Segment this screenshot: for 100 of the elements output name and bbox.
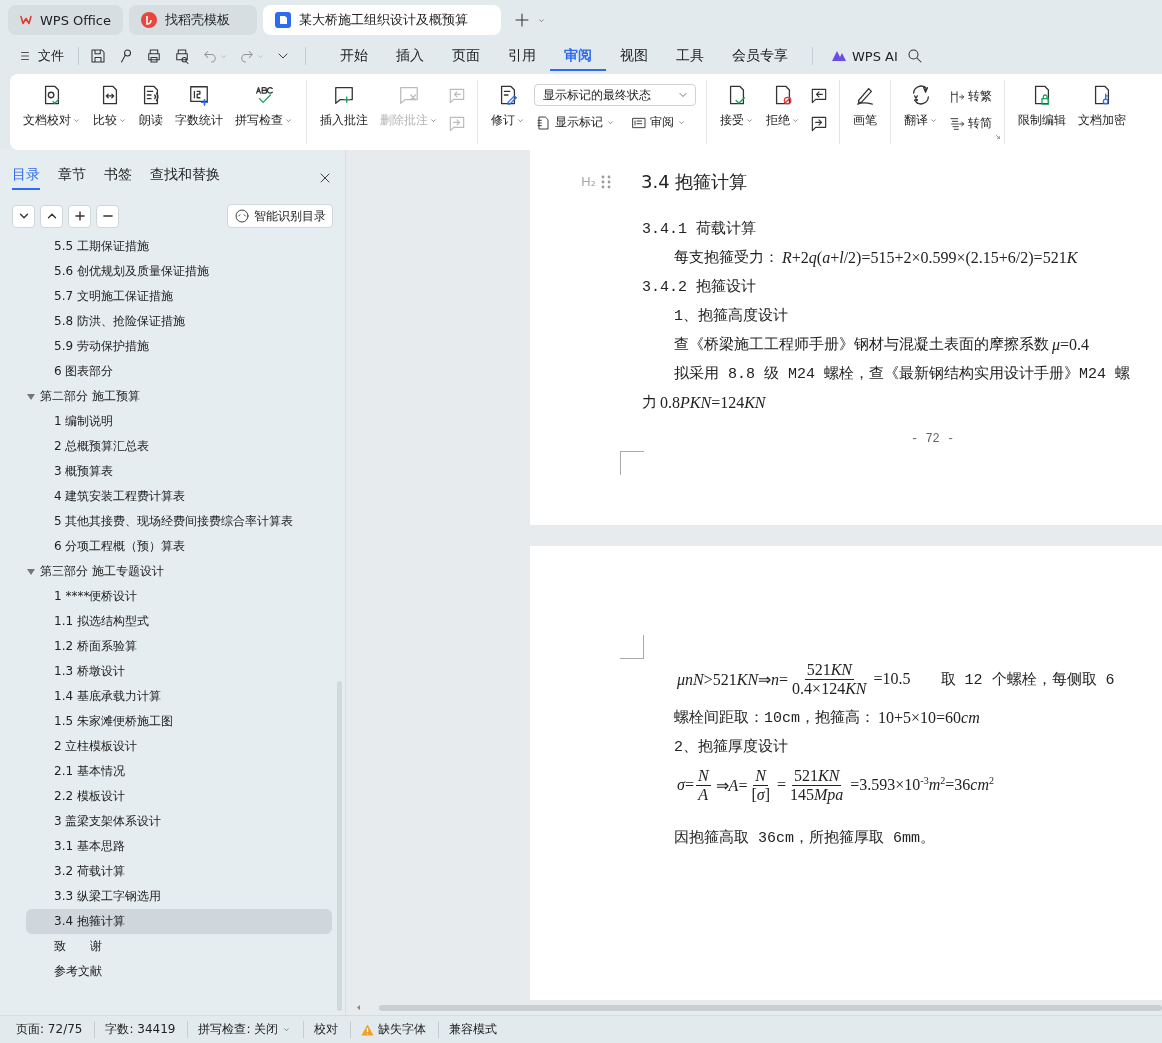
toc-item[interactable]: 致 谢	[26, 934, 332, 959]
remove-button[interactable]	[96, 204, 119, 228]
toc-item[interactable]: 参考文献	[26, 959, 332, 984]
sidebar-tab[interactable]: 目录	[12, 166, 40, 190]
toc-item[interactable]: 3 盖梁支架体系设计	[26, 809, 332, 834]
previous-comment-button[interactable]	[809, 86, 829, 106]
toc-item[interactable]: 4 建筑安装工程费计算表	[26, 484, 332, 509]
menu-tab[interactable]: 审阅	[550, 41, 606, 71]
caret-icon	[929, 116, 938, 125]
caret-icon	[791, 116, 800, 125]
body-text: 取 12 个螺栓，每侧取 6	[940, 670, 1115, 689]
toc-item[interactable]: 6 图表部分	[26, 359, 332, 384]
drag-handle-icon[interactable]	[601, 174, 611, 189]
title-tab[interactable]: WPS Office	[8, 5, 123, 35]
sidebar-tab[interactable]: 查找和替换	[150, 166, 220, 190]
crop-mark	[620, 451, 644, 475]
toc-item[interactable]: 1.5 朱家滩便桥施工图	[26, 709, 332, 734]
menu-tab[interactable]: 插入	[382, 41, 438, 71]
toc-item[interactable]: 5 其他其接费、现场经费间接费综合率计算表	[26, 509, 332, 534]
toc-item[interactable]: 5.8 防洪、抢险保证措施	[26, 309, 332, 334]
expander-icon	[26, 566, 36, 577]
formula-fraction: 521KN 0.4×124KN	[791, 660, 868, 698]
toc-item[interactable]: 1 ****便桥设计	[26, 584, 332, 609]
sidebar-tab[interactable]: 章节	[58, 166, 86, 190]
status-dropdown[interactable]: 拼写检查: 关闭	[187, 1021, 294, 1038]
ribbon-button[interactable]: 画笔	[850, 80, 880, 133]
smart-toc-button[interactable]: 智能识别目录	[227, 204, 333, 228]
toc-item[interactable]: 1.2 桥面系验算	[26, 634, 332, 659]
markup-icon	[536, 114, 552, 131]
menu-tab[interactable]: 视图	[606, 41, 662, 71]
ribbon-button[interactable]: 限制编辑	[1015, 80, 1069, 133]
status-text: 页面: 72/75	[15, 1021, 84, 1038]
toc-item[interactable]: 2 立柱模板设计	[26, 734, 332, 759]
menu-tab[interactable]: 开始	[326, 41, 382, 71]
menu-tab[interactable]: 工具	[662, 41, 718, 71]
title-tab[interactable]: 找稻壳模板	[129, 5, 257, 35]
toc-item[interactable]: 3 概预算表	[26, 459, 332, 484]
ribbon-button[interactable]: 文档校对	[20, 80, 84, 133]
ribbon-button[interactable]: 接受	[717, 80, 757, 133]
menu-tab[interactable]: 会员专享	[718, 41, 802, 71]
formula-fraction: N A	[695, 766, 711, 804]
toc-item[interactable]: 5.6 创优规划及质量保证措施	[26, 259, 332, 284]
caret-icon	[118, 116, 127, 125]
status-item[interactable]: 缺失字体	[350, 1021, 429, 1038]
toc-item[interactable]: 5.5 工期保证措施	[26, 234, 332, 259]
body-text: 3.4.2 抱箍设计	[642, 277, 756, 296]
formula: =10.5	[873, 670, 911, 688]
ribbon-button[interactable]: 审阅	[629, 112, 688, 133]
scrollbar-thumb[interactable]	[379, 1004, 1162, 1011]
next-comment-button[interactable]	[809, 114, 829, 134]
ai-button[interactable]: WPS AI	[823, 44, 906, 68]
ribbon-button[interactable]: 翻译	[901, 80, 941, 133]
ribbon-button[interactable]: 转繁	[947, 86, 994, 107]
title-tab[interactable]: 某大桥施工组织设计及概预算	[263, 5, 501, 35]
toc-item[interactable]: 5.9 劳动保护措施	[26, 334, 332, 359]
toc-item[interactable]: 3.3 纵梁工字钢选用	[26, 884, 332, 909]
comment-previous-icon	[809, 86, 829, 106]
ribbon-button[interactable]: 比较	[90, 80, 130, 133]
heading: 3.4 抱箍计算	[641, 169, 748, 194]
markup-select[interactable]: 显示标记的最终状态	[534, 84, 696, 106]
ribbon-button[interactable]: 拼写检查	[232, 80, 296, 133]
ribbon-button[interactable]: 字数统计	[172, 80, 226, 133]
collapse-button[interactable]	[12, 204, 35, 228]
add-button[interactable]	[68, 204, 91, 228]
toc-item[interactable]: 3.2 荷载计算	[26, 859, 332, 884]
ribbon-button[interactable]: 插入批注	[317, 80, 371, 133]
menu-tab[interactable]: 引用	[494, 41, 550, 71]
ribbon-button[interactable]: 显示标记	[534, 112, 617, 133]
ribbon-button[interactable]: 修订	[488, 80, 528, 133]
toc-item[interactable]: 2.2 模板设计	[26, 784, 332, 809]
menu-tab[interactable]: 页面	[438, 41, 494, 71]
spell-check-icon	[253, 84, 275, 106]
sidebar-tab[interactable]: 书签	[104, 166, 132, 190]
toc-item[interactable]: 1.1 拟选结构型式	[26, 609, 332, 634]
toc-item[interactable]: 1 编制说明	[26, 409, 332, 434]
expand-button[interactable]	[40, 204, 63, 228]
toc-item[interactable]: 1.3 桥墩设计	[26, 659, 332, 684]
ribbon-button[interactable]: 朗读	[136, 80, 166, 133]
toc-item[interactable]: 2.1 基本情况	[26, 759, 332, 784]
new-tab-button[interactable]	[513, 11, 531, 29]
crop-mark	[620, 635, 644, 659]
toc-item[interactable]: 1.4 基底承载力计算	[26, 684, 332, 709]
caret-icon	[282, 1025, 292, 1034]
toc-item[interactable]: 5.7 文明施工保证措施	[26, 284, 332, 309]
toc-item[interactable]: 3.4 抱箍计算	[26, 909, 332, 934]
ribbon-button[interactable]: 转简	[947, 113, 994, 134]
body-text: 螺栓间距取：10cm，抱箍高：	[674, 708, 875, 727]
body-text: 1、抱箍高度设计	[674, 306, 788, 325]
comment-previous-icon	[447, 86, 467, 106]
translate-icon	[910, 84, 932, 106]
toc-item[interactable]: 第三部分 施工专题设计	[26, 559, 332, 584]
toc-item[interactable]: 第二部分 施工预算	[26, 384, 332, 409]
status-text: 字数: 34419	[94, 1021, 178, 1038]
toc-item[interactable]: 2 总概预算汇总表	[26, 434, 332, 459]
ribbon-button[interactable]: 文档加密	[1075, 80, 1129, 133]
toc-item[interactable]: 3.1 基本思路	[26, 834, 332, 859]
ribbon-button[interactable]: 拒绝	[763, 80, 803, 133]
toc-item[interactable]: 6 分项工程概（预）算表	[26, 534, 332, 559]
file-menu[interactable]: 文件	[14, 45, 68, 67]
formula: =3.593×10$^{-3}$m$^{2}$=36cm$^{2}$	[850, 775, 994, 795]
